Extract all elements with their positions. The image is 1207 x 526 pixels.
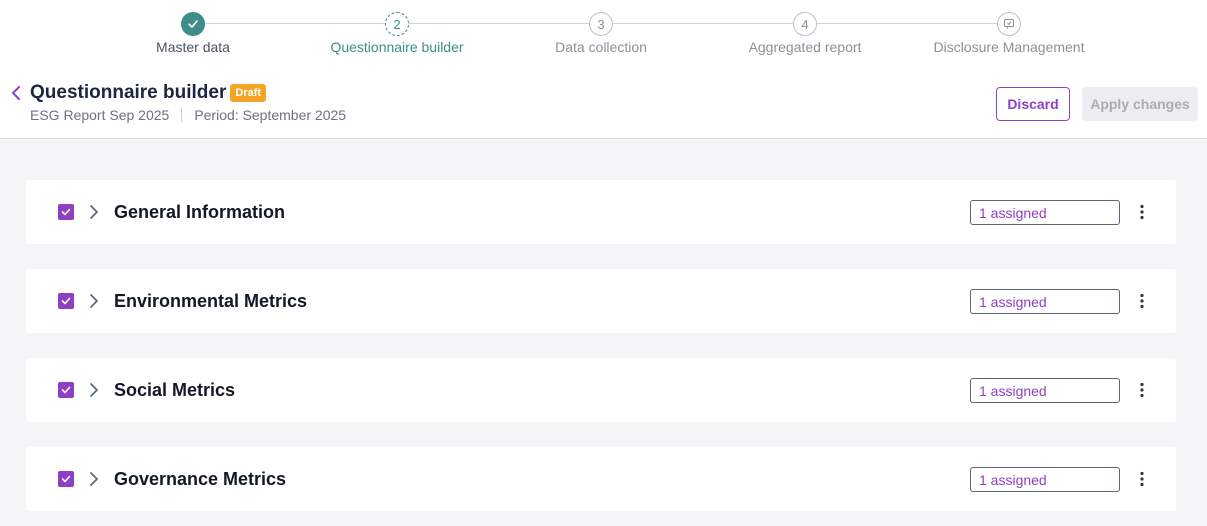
chevron-right-icon[interactable] <box>87 380 101 400</box>
back-chevron-icon[interactable] <box>8 84 26 102</box>
progress-stepper: Master data 2 Questionnaire builder 3 Da… <box>0 0 1207 66</box>
status-badge: Draft <box>230 84 267 102</box>
step-number: 2 <box>385 12 409 36</box>
step-data-collection[interactable]: 3 Data collection <box>501 12 701 55</box>
step-label: Master data <box>156 39 230 55</box>
check-icon <box>181 12 205 36</box>
page-title: Questionnaire builder <box>30 82 227 103</box>
report-period: Period: September 2025 <box>194 107 347 123</box>
section-card: Governance Metrics 1 assigned <box>26 447 1176 511</box>
step-questionnaire-builder[interactable]: 2 Questionnaire builder <box>297 12 497 55</box>
sections-list: General Information 1 assigned Environme… <box>0 139 1207 526</box>
step-label: Disclosure Management <box>933 39 1085 55</box>
section-card: Environmental Metrics 1 assigned <box>26 269 1176 333</box>
step-number: 4 <box>793 12 817 36</box>
apply-changes-button[interactable]: Apply changes <box>1082 87 1198 121</box>
title-row: Questionnaire builder Draft <box>30 82 267 104</box>
step-label: Data collection <box>555 39 647 55</box>
step-master-data[interactable]: Master data <box>93 12 293 55</box>
more-options-icon[interactable] <box>1134 469 1150 489</box>
section-card: General Information 1 assigned <box>26 180 1176 244</box>
step-disclosure-management[interactable]: Disclosure Management <box>909 12 1109 55</box>
report-name: ESG Report Sep 2025 <box>30 107 170 123</box>
more-options-icon[interactable] <box>1134 291 1150 311</box>
chevron-right-icon[interactable] <box>87 202 101 222</box>
discard-button[interactable]: Discard <box>996 87 1070 121</box>
section-checkbox[interactable] <box>58 382 74 398</box>
assigned-field[interactable]: 1 assigned <box>970 289 1120 314</box>
step-label: Questionnaire builder <box>330 39 464 55</box>
more-options-icon[interactable] <box>1134 380 1150 400</box>
subtitle-row: ESG Report Sep 2025 Period: September 20… <box>30 107 346 123</box>
section-title: Governance Metrics <box>114 469 287 489</box>
assigned-field[interactable]: 1 assigned <box>970 200 1120 225</box>
section-checkbox[interactable] <box>58 293 74 309</box>
section-title: General Information <box>114 202 286 222</box>
step-label: Aggregated report <box>748 39 862 55</box>
section-card: Social Metrics 1 assigned <box>26 358 1176 422</box>
page-header: Questionnaire builder Draft ESG Report S… <box>0 66 1207 139</box>
divider <box>181 108 183 122</box>
step-aggregated-report[interactable]: 4 Aggregated report <box>705 12 905 55</box>
section-title: Social Metrics <box>114 380 236 400</box>
chevron-right-icon[interactable] <box>87 291 101 311</box>
step-number: 3 <box>589 12 613 36</box>
chevron-right-icon[interactable] <box>87 469 101 489</box>
section-checkbox[interactable] <box>58 204 74 220</box>
assigned-field[interactable]: 1 assigned <box>970 467 1120 492</box>
disclosure-icon <box>997 12 1021 36</box>
section-checkbox[interactable] <box>58 471 74 487</box>
more-options-icon[interactable] <box>1134 202 1150 222</box>
section-title: Environmental Metrics <box>114 291 308 311</box>
assigned-field[interactable]: 1 assigned <box>970 378 1120 403</box>
